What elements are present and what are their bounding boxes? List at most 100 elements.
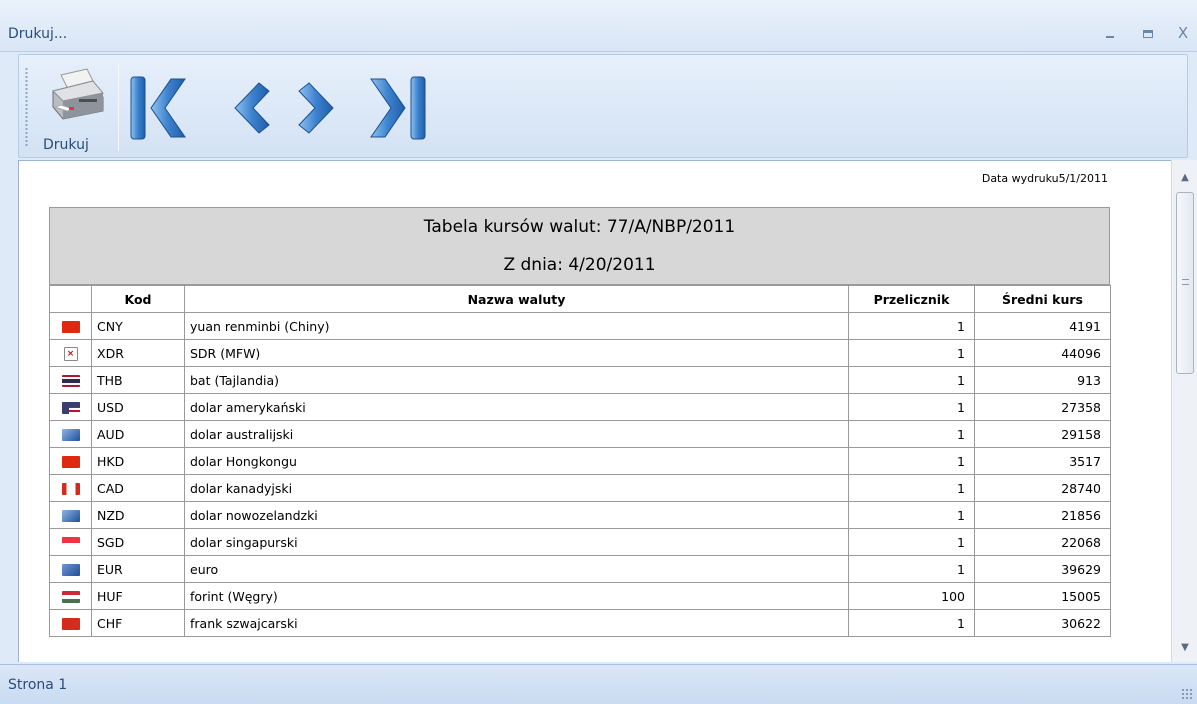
flag-ca-icon <box>61 483 80 495</box>
table-row: AUD dolar australijski 1 29158 <box>49 420 1111 448</box>
currency-multiplier: 1 <box>848 393 975 421</box>
table-row: NZD dolar nowozelandzki 1 21856 <box>49 501 1111 529</box>
scroll-up-icon[interactable]: ▲ <box>1172 168 1197 188</box>
previous-page-icon[interactable] <box>215 73 277 143</box>
currency-name: euro <box>184 555 849 583</box>
column-header-code: Kod <box>91 285 185 313</box>
flag-cell <box>49 393 92 421</box>
currency-multiplier: 1 <box>848 501 975 529</box>
currency-code: THB <box>91 366 185 394</box>
toolbar-separator <box>118 63 119 151</box>
flag-hu-icon <box>61 591 80 603</box>
flag-ch-icon <box>61 618 80 630</box>
table-row: THB bat (Tajlandia) 1 913 <box>49 366 1111 394</box>
currency-multiplier: 1 <box>848 609 975 637</box>
resize-grip[interactable] <box>1181 688 1193 700</box>
currency-code: XDR <box>91 339 185 367</box>
currency-rate: 4191 <box>974 312 1111 340</box>
last-page-icon[interactable] <box>367 73 429 143</box>
flag-cell <box>49 447 92 475</box>
currency-name: dolar Hongkongu <box>184 447 849 475</box>
flag-nz-icon <box>61 510 80 522</box>
print-button-label: Drukuj <box>43 137 89 153</box>
currency-rate: 39629 <box>974 555 1111 583</box>
print-preview-window: Drukuj... X Drukuj Data wydruku5/1/2011 … <box>0 0 1197 704</box>
flag-au-icon <box>61 429 80 441</box>
table-row: CAD dolar kanadyjski 1 28740 <box>49 474 1111 502</box>
currency-rate: 913 <box>974 366 1111 394</box>
currency-code: SGD <box>91 528 185 556</box>
currency-code: AUD <box>91 420 185 448</box>
currency-rate: 3517 <box>974 447 1111 475</box>
currency-rate: 21856 <box>974 501 1111 529</box>
currency-multiplier: 1 <box>848 447 975 475</box>
flag-th-icon <box>61 375 80 387</box>
report-viewport[interactable]: Data wydruku5/1/2011 Tabela kursów walut… <box>18 160 1171 662</box>
currency-code: HKD <box>91 447 185 475</box>
column-header-multiplier: Przelicznik <box>848 285 975 313</box>
status-bar: Strona 1 <box>0 664 1197 704</box>
currency-rate: 27358 <box>974 393 1111 421</box>
currency-multiplier: 1 <box>848 555 975 583</box>
flag-missing-icon: × <box>63 346 78 361</box>
vertical-scrollbar[interactable]: ▲ ▼ <box>1171 160 1197 662</box>
scroll-down-icon[interactable]: ▼ <box>1172 638 1197 658</box>
flag-cell <box>49 528 92 556</box>
scroll-thumb[interactable] <box>1176 192 1194 374</box>
table-row: USD dolar amerykański 1 27358 <box>49 393 1111 421</box>
toolbar: Drukuj <box>18 54 1188 158</box>
maximize-icon[interactable] <box>1137 24 1159 42</box>
table-row: CNY yuan renminbi (Chiny) 1 4191 <box>49 312 1111 340</box>
flag-eu-icon <box>61 564 80 576</box>
currency-multiplier: 100 <box>848 582 975 610</box>
close-icon[interactable]: X <box>1172 24 1194 42</box>
title-bar: Drukuj... X <box>0 0 1197 52</box>
currency-multiplier: 1 <box>848 312 975 340</box>
currency-multiplier: 1 <box>848 528 975 556</box>
currency-name: dolar singapurski <box>184 528 849 556</box>
flag-us-icon <box>61 402 80 414</box>
currency-code: CHF <box>91 609 185 637</box>
currency-rate: 15005 <box>974 582 1111 610</box>
currency-rate: 22068 <box>974 528 1111 556</box>
minimize-icon[interactable] <box>1099 24 1121 42</box>
currency-code: USD <box>91 393 185 421</box>
window-title: Drukuj... <box>8 26 68 42</box>
print-date: Data wydruku5/1/2011 <box>981 172 1108 185</box>
table-header-row: Kod Nazwa waluty Przelicznik Średni kurs <box>49 285 1111 313</box>
table-row: CHF frank szwajcarski 1 30622 <box>49 609 1111 637</box>
toolbar-grip[interactable] <box>25 67 28 147</box>
flag-sg-icon <box>61 537 80 549</box>
report-header: Tabela kursów walut: 77/A/NBP/2011 Z dni… <box>49 207 1110 285</box>
page-indicator: Strona 1 <box>8 677 68 693</box>
currency-name: forint (Węgry) <box>184 582 849 610</box>
currency-name: bat (Tajlandia) <box>184 366 849 394</box>
flag-cell <box>49 366 92 394</box>
flag-cell <box>49 501 92 529</box>
currency-code: CAD <box>91 474 185 502</box>
currency-multiplier: 1 <box>848 366 975 394</box>
currency-name: yuan renminbi (Chiny) <box>184 312 849 340</box>
table-row: EUR euro 1 39629 <box>49 555 1111 583</box>
table-row: SGD dolar singapurski 1 22068 <box>49 528 1111 556</box>
currency-multiplier: 1 <box>848 339 975 367</box>
column-header-flag <box>49 285 92 313</box>
flag-cell: × <box>49 339 92 367</box>
currency-name: dolar australijski <box>184 420 849 448</box>
currency-name: dolar nowozelandzki <box>184 501 849 529</box>
first-page-icon[interactable] <box>127 73 189 143</box>
flag-cn-icon <box>61 321 80 333</box>
print-button[interactable]: Drukuj <box>37 61 115 155</box>
rates-table: Kod Nazwa waluty Przelicznik Średni kurs… <box>49 285 1111 637</box>
next-page-icon[interactable] <box>291 73 353 143</box>
table-row: × XDR SDR (MFW) 1 44096 <box>49 339 1111 367</box>
flag-cell <box>49 420 92 448</box>
currency-code: NZD <box>91 501 185 529</box>
printer-icon <box>52 68 104 120</box>
currency-name: dolar amerykański <box>184 393 849 421</box>
flag-cell <box>49 582 92 610</box>
flag-cell <box>49 312 92 340</box>
currency-rate: 28740 <box>974 474 1111 502</box>
currency-rate: 30622 <box>974 609 1111 637</box>
currency-code: HUF <box>91 582 185 610</box>
